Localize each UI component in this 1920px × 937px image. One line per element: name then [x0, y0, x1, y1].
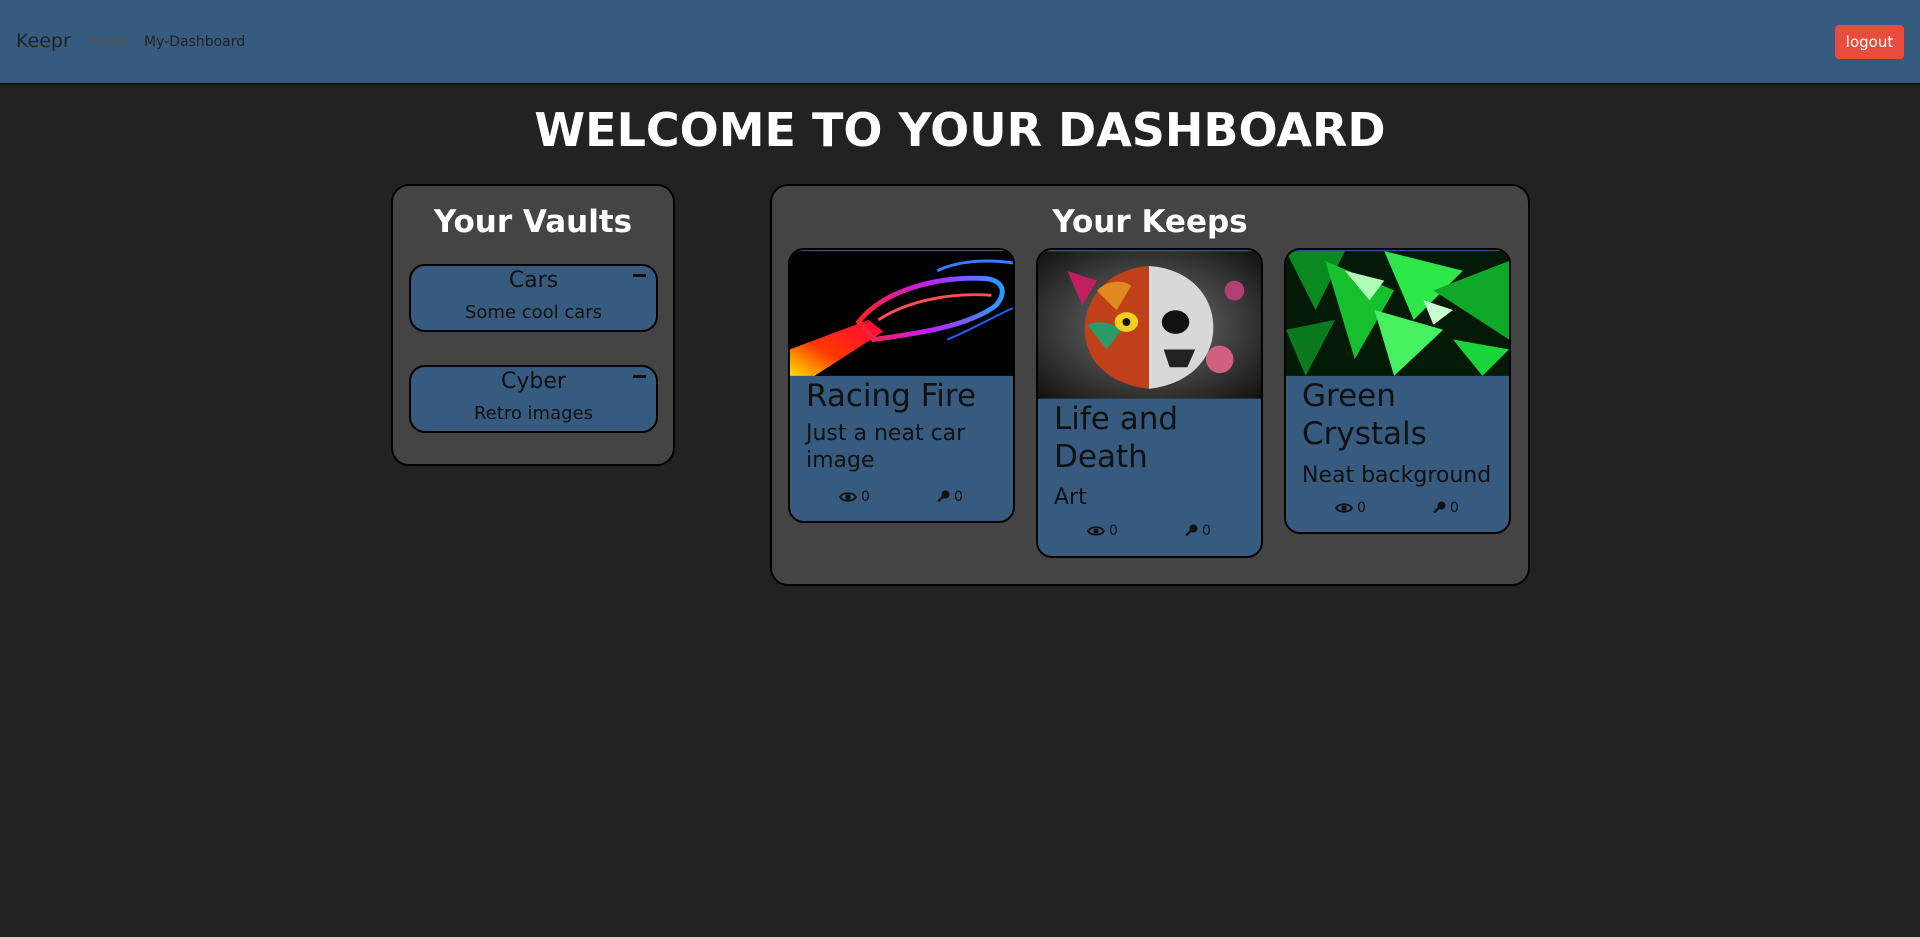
vaults-panel-title: Your Vaults — [433, 204, 633, 240]
keep-title: Green Crystals — [1302, 378, 1427, 452]
views-count: 0 — [861, 489, 870, 505]
page-title: WELCOME TO YOUR DASHBOARD — [534, 103, 1386, 157]
views-stat: 0 — [839, 489, 870, 505]
keep-card[interactable]: Racing Fire Just a neat car image 0 0 — [788, 248, 1015, 523]
key-icon — [1433, 501, 1446, 514]
keeps-count: 0 — [1202, 523, 1211, 539]
eye-icon — [1087, 526, 1105, 536]
minus-icon[interactable] — [633, 375, 646, 378]
minus-icon[interactable] — [633, 274, 646, 277]
key-icon — [937, 490, 950, 503]
vaults-panel: Your Vaults Cars Some cool cars Cyber Re… — [391, 184, 675, 466]
keeps-panel: Your Keeps Racing Fire Just a neat car i… — [770, 184, 1530, 586]
vault-name: Cars — [508, 268, 559, 293]
keep-image — [1038, 251, 1261, 399]
eye-icon — [839, 492, 857, 502]
vault-card[interactable]: Cars Some cool cars — [409, 264, 658, 332]
keeps-count: 0 — [954, 489, 963, 505]
views-count: 0 — [1109, 523, 1118, 539]
keep-title: Life and Death — [1054, 401, 1179, 475]
vault-card[interactable]: Cyber Retro images — [409, 365, 658, 433]
navbar: Keepr Home My-Dashboard logout — [0, 0, 1920, 85]
vault-description: Some cool cars — [464, 302, 603, 323]
keep-image — [1286, 251, 1509, 376]
views-stat: 0 — [1335, 500, 1366, 516]
keep-card[interactable]: Life and Death Art 0 0 — [1036, 248, 1263, 558]
nav-link-my-dashboard[interactable]: My-Dashboard — [144, 34, 245, 50]
keep-card[interactable]: Green Crystals Neat background 0 0 — [1284, 248, 1511, 534]
keeps-stat: 0 — [1432, 500, 1459, 516]
nav-link-home[interactable]: Home — [88, 34, 129, 50]
keep-image — [790, 251, 1013, 376]
keep-title: Racing Fire — [806, 378, 977, 414]
key-icon — [1185, 524, 1198, 537]
keep-description: Art — [1054, 485, 1087, 510]
logout-button[interactable]: logout — [1835, 25, 1904, 59]
keeps-stat: 0 — [936, 489, 963, 505]
keeps-count: 0 — [1450, 500, 1459, 516]
eye-icon — [1335, 503, 1353, 513]
views-count: 0 — [1357, 500, 1366, 516]
vault-description: Retro images — [473, 403, 593, 424]
keep-description: Neat background — [1302, 463, 1492, 488]
keep-description: Just a neat car image — [806, 421, 966, 473]
brand-logo[interactable]: Keepr — [16, 30, 71, 52]
keeps-stat: 0 — [1184, 523, 1211, 539]
vault-name: Cyber — [501, 369, 566, 394]
views-stat: 0 — [1087, 523, 1118, 539]
keeps-panel-title: Your Keeps — [1052, 204, 1248, 240]
